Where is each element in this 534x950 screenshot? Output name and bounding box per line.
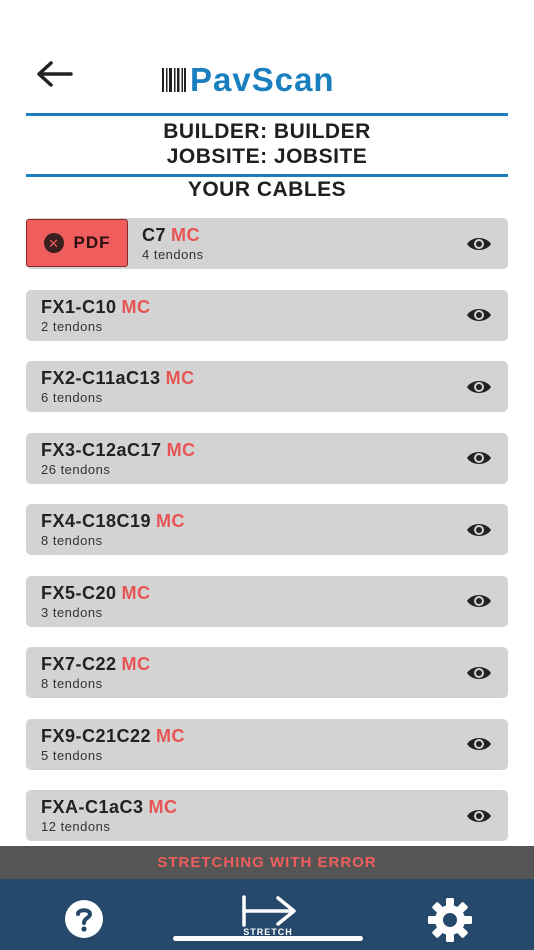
settings-button[interactable]: [426, 896, 474, 944]
section-title: YOUR CABLES: [187, 178, 347, 201]
pdf-button[interactable]: ✕ PDF: [26, 219, 128, 267]
cable-row[interactable]: ✕ PDF C7 MC 4 tendons: [26, 218, 508, 269]
cable-name: C7: [142, 225, 167, 245]
eye-icon[interactable]: [466, 664, 492, 682]
help-button[interactable]: [64, 899, 104, 939]
cable-name: FX7-C22: [41, 654, 117, 674]
cable-row[interactable]: FX1-C10 MC 2 tendons: [26, 289, 508, 341]
help-icon: [65, 900, 103, 938]
header-top-divider: [26, 113, 508, 116]
status-banner: STRETCHING WITH ERROR: [0, 846, 534, 879]
cable-tendons: 2 tendons: [41, 318, 103, 334]
stretch-icon: [242, 895, 296, 927]
eye-icon[interactable]: [466, 592, 492, 610]
cable-tag: MC: [121, 654, 151, 674]
gear-icon: [428, 898, 472, 942]
cable-name: FX5-C20: [41, 582, 117, 603]
cable-tag: MC: [156, 511, 186, 531]
cable-tag: MC: [165, 368, 195, 388]
cable-tendons: 4 tendons: [142, 247, 204, 262]
cable-row[interactable]: FX3-C12aC17 MC 26 tendons: [26, 432, 508, 484]
eye-icon[interactable]: [466, 735, 492, 753]
cable-tendons: 8 tendons: [41, 676, 103, 691]
cable-tag: MC: [171, 225, 201, 245]
cable-name: FX1-C10: [41, 296, 117, 317]
eye-icon[interactable]: [466, 449, 492, 467]
eye-icon[interactable]: [466, 521, 492, 539]
eye-icon[interactable]: [466, 378, 492, 396]
cable-name: FX4-C18C19: [41, 511, 152, 531]
eye-icon[interactable]: [466, 306, 492, 324]
barcode-icon: [162, 68, 186, 92]
cable-list: ✕ PDF C7 MC 4 tendons FX1-C10 MC 2 tendons…: [26, 218, 508, 862]
cable-name: FX2-C11aC13: [41, 368, 161, 388]
cable-row[interactable]: FX2-C11aC13 MC 6 tendons: [26, 361, 508, 412]
cable-name: FX3-C12aC17: [41, 439, 162, 460]
jobsite-label: JOBSITE: JOBSITE: [166, 145, 368, 168]
home-indicator[interactable]: [173, 936, 363, 941]
header-bottom-divider: [26, 174, 508, 177]
cable-tendons: 8 tendons: [41, 533, 103, 548]
cable-tag: MC: [166, 439, 196, 460]
cable-row[interactable]: FX4-C18C19 MC 8 tendons: [26, 504, 508, 555]
eye-icon[interactable]: [466, 235, 492, 253]
cable-row[interactable]: FX7-C22 MC 8 tendons: [26, 647, 508, 698]
eye-icon[interactable]: [466, 807, 492, 825]
cable-tendons: 3 tendons: [41, 604, 103, 620]
arrow-left-icon: [37, 61, 73, 87]
cable-name: FXA-C1aC3: [41, 797, 144, 817]
builder-label: BUILDER: BUILDER: [163, 120, 371, 143]
cable-row[interactable]: FX5-C20 MC 3 tendons: [26, 575, 508, 627]
cable-tendons: 12 tendons: [41, 819, 111, 834]
cable-tag: MC: [156, 725, 186, 746]
cable-tendons: 6 tendons: [41, 390, 103, 405]
cable-tag: MC: [121, 582, 151, 603]
app-logo-text: PavScan: [190, 61, 335, 98]
app-logo: PavScan: [162, 61, 335, 98]
cable-tendons: 26 tendons: [41, 461, 111, 477]
close-icon: ✕: [43, 233, 64, 253]
stretch-button[interactable]: STRETCH: [236, 893, 300, 937]
cable-tag: MC: [148, 797, 178, 817]
cable-name: FX9-C21C22: [41, 725, 152, 746]
back-button[interactable]: [32, 56, 76, 92]
cable-row[interactable]: FX9-C21C22 MC 5 tendons: [26, 718, 508, 770]
pdf-button-label: PDF: [73, 233, 111, 252]
cable-row[interactable]: FXA-C1aC3 MC 12 tendons: [26, 790, 508, 841]
cable-tag: MC: [121, 296, 151, 317]
cable-tendons: 5 tendons: [41, 747, 103, 763]
